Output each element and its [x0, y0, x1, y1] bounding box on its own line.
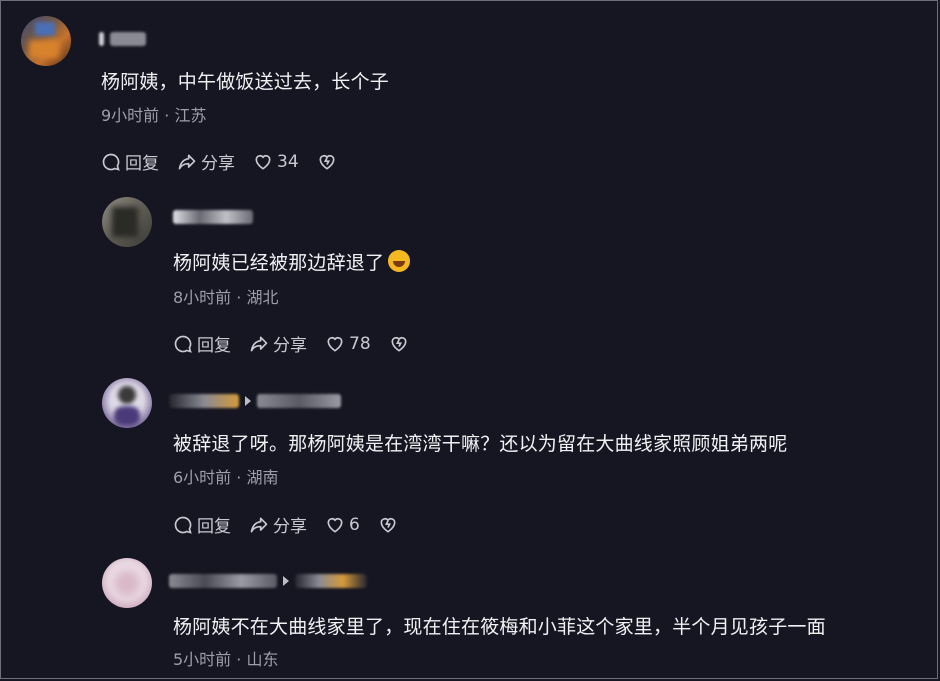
meta-separator: · [231, 468, 247, 487]
reply-username-blurred[interactable] [169, 393, 341, 409]
comment-panel: 杨阿姨，中午做饭送过去，长个子 9小时前 · 江苏 回复 分享 34 杨阿姨已经… [0, 0, 938, 679]
reply-button[interactable]: 回复 [173, 331, 231, 356]
comment-text: 杨阿姨不在大曲线家里了，现在住在筱梅和小菲这个家里，半个月见孩子一面 [173, 616, 826, 638]
username-blurred[interactable] [173, 209, 253, 225]
like-count: 34 [277, 151, 299, 172]
share-label: 分享 [273, 517, 307, 537]
broken-heart-icon [319, 154, 335, 170]
reply-icon [174, 335, 192, 353]
comment-time: 8小时前 [173, 288, 232, 307]
like-button[interactable]: 78 [325, 334, 371, 354]
comment-meta: 8小时前 · 湖北 [173, 284, 278, 308]
avatar[interactable] [102, 197, 152, 247]
comment-time: 9小时前 [101, 106, 160, 125]
avatar[interactable] [102, 378, 152, 428]
comment-location: 湖北 [246, 288, 279, 307]
meta-separator: · [159, 106, 175, 125]
comment-text: 杨阿姨已经被那边辞退了 [173, 248, 411, 275]
comment-location: 江苏 [174, 106, 207, 125]
reply-username-blurred[interactable] [169, 573, 367, 589]
comment-meta: 9小时前 · 江苏 [101, 102, 206, 126]
like-count: 6 [349, 514, 360, 535]
comment-location: 山东 [246, 650, 279, 669]
broken-heart-icon [380, 517, 396, 533]
dislike-button[interactable] [317, 152, 337, 172]
like-button[interactable]: 6 [325, 515, 360, 535]
share-icon [250, 336, 268, 351]
reply-label: 回复 [197, 517, 231, 537]
like-button[interactable]: 34 [253, 152, 299, 172]
heart-icon [327, 336, 343, 352]
comment-text: 被辞退了呀。那杨阿姨是在湾湾干嘛？还以为留在大曲线家照顾姐弟两呢 [173, 433, 788, 455]
heart-icon [327, 517, 343, 533]
reply-arrow-icon [283, 576, 289, 586]
comment-text: 杨阿姨，中午做饭送过去，长个子 [101, 71, 390, 93]
comment-actions: 回复 分享 34 [101, 149, 355, 174]
meta-separator: · [231, 288, 247, 307]
comment-location: 湖南 [246, 468, 279, 487]
dislike-button[interactable] [378, 515, 398, 535]
share-button[interactable]: 分享 [249, 512, 307, 537]
avatar[interactable] [21, 16, 71, 66]
share-button[interactable]: 分享 [249, 331, 307, 356]
comment-actions: 回复 分享 78 [173, 331, 427, 356]
reply-button[interactable]: 回复 [101, 149, 159, 174]
heart-icon [255, 154, 271, 170]
broken-heart-icon [391, 336, 407, 352]
rofl-emoji-icon [388, 250, 411, 272]
comment-actions: 回复 分享 6 [173, 512, 416, 537]
share-icon [178, 154, 196, 169]
share-button[interactable]: 分享 [177, 149, 235, 174]
share-label: 分享 [201, 154, 235, 174]
avatar[interactable] [102, 558, 152, 608]
reply-icon [102, 153, 120, 171]
comment-meta: 5小时前 · 山东 [173, 646, 278, 670]
share-label: 分享 [273, 336, 307, 356]
comment-text-content: 杨阿姨已经被那边辞退了 [173, 252, 385, 274]
like-count: 78 [349, 333, 371, 354]
reply-label: 回复 [125, 154, 159, 174]
dislike-button[interactable] [389, 334, 409, 354]
comment-meta: 6小时前 · 湖南 [173, 464, 278, 488]
reply-label: 回复 [197, 336, 231, 356]
username-blurred[interactable] [99, 31, 146, 47]
reply-button[interactable]: 回复 [173, 512, 231, 537]
comment-time: 5小时前 [173, 650, 232, 669]
reply-icon [174, 516, 192, 534]
meta-separator: · [231, 650, 247, 669]
share-icon [250, 517, 268, 532]
comment-time: 6小时前 [173, 468, 232, 487]
reply-arrow-icon [245, 396, 251, 406]
